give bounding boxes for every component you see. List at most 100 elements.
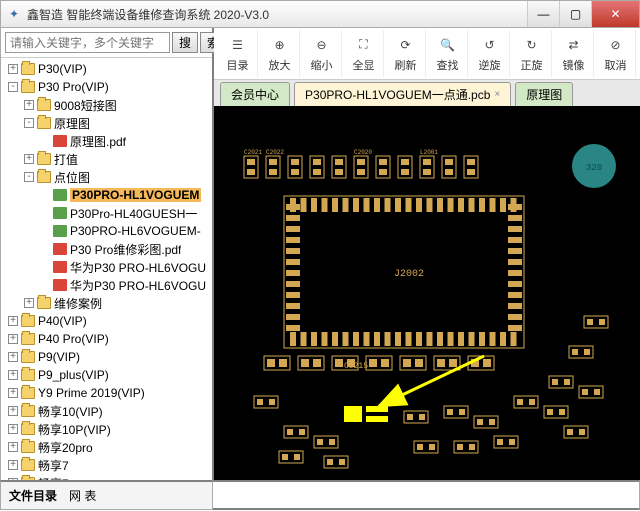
tree-node[interactable]: +畅享20pro: [1, 438, 212, 456]
pcb-icon: [53, 225, 67, 237]
toolbar-search-button[interactable]: 🔍查找: [428, 30, 468, 77]
tree-node[interactable]: -点位图: [1, 168, 212, 186]
folder-icon: [21, 315, 35, 327]
tree-label: 原理图: [54, 115, 90, 132]
bottom-tab-netlist[interactable]: 网 表: [69, 487, 96, 504]
pdf-icon: [53, 261, 67, 273]
pcb-viewport[interactable]: C2021C2022C2020L2001 J2002 320: [214, 106, 640, 480]
tree-label: 畅享10P(VIP): [38, 421, 111, 438]
folder-icon: [21, 459, 35, 471]
tree-label: 华为P30 PRO-HL6VOGU: [70, 259, 206, 276]
toolbar-fit-button[interactable]: ⛶全显: [344, 30, 384, 77]
svg-text:C2021: C2021: [244, 149, 262, 156]
folder-icon: [21, 369, 35, 381]
tree-label: 点位图: [54, 169, 90, 186]
tree-node[interactable]: +打值: [1, 150, 212, 168]
tree-node[interactable]: +畅享7: [1, 456, 212, 474]
tree-label: P30PRO-HL1VOGUEM: [70, 188, 201, 202]
bottom-tabs: 文件目录 网 表: [0, 480, 213, 510]
minimize-button[interactable]: —: [527, 1, 559, 27]
tree-label: 打值: [54, 151, 78, 168]
tree-node[interactable]: +P30(VIP): [1, 60, 212, 78]
window-title: 鑫智造 智能终端设备维修查询系统 2020-V3.0: [27, 6, 527, 23]
svg-text:C5215: C5215: [344, 362, 368, 371]
tree-node[interactable]: P30PRO-HL6VOGUEM-: [1, 222, 212, 240]
app-icon: ✦: [7, 7, 21, 21]
folder-icon: [21, 441, 35, 453]
tree-label: 维修案例: [54, 295, 102, 312]
tree-node[interactable]: +P9_plus(VIP): [1, 366, 212, 384]
zoom-in-icon: ⊕: [269, 35, 291, 55]
tree-node[interactable]: +维修案例: [1, 294, 212, 312]
toolbar-mirror-button[interactable]: ⇄镜像: [554, 30, 594, 77]
tab[interactable]: 原理图: [515, 82, 573, 106]
tree-node[interactable]: P30Pro-HL40GUESH一: [1, 204, 212, 222]
toolbar-cancel-button[interactable]: ⊘取消: [596, 30, 636, 77]
svg-text:320: 320: [586, 163, 602, 173]
tree-label: 畅享20pro: [38, 439, 93, 456]
tree-node[interactable]: +9008短接图: [1, 96, 212, 114]
fit-icon: ⛶: [353, 35, 375, 55]
tree-label: 畅享7: [38, 457, 69, 474]
maximize-button[interactable]: ▢: [559, 1, 591, 27]
toolbar-cw-button[interactable]: ↻正旋: [512, 30, 552, 77]
tree-node[interactable]: +P40(VIP): [1, 312, 212, 330]
toolbar-zoom-in-button[interactable]: ⊕放大: [260, 30, 300, 77]
folder-icon: [37, 171, 51, 183]
search-input[interactable]: [5, 32, 170, 53]
pdf-icon: [53, 279, 67, 291]
tree-label: P30(VIP): [38, 62, 87, 76]
tree-label: P40 Pro(VIP): [38, 332, 109, 346]
pcb-icon: [53, 207, 67, 219]
mirror-icon: ⇄: [563, 35, 585, 55]
folder-icon: [21, 333, 35, 345]
tree-node[interactable]: -P30 Pro(VIP): [1, 78, 212, 96]
file-tree[interactable]: +P30(VIP)-P30 Pro(VIP)+9008短接图-原理图原理图.pd…: [1, 58, 212, 480]
tab-bar: 会员中心P30PRO-HL1VOGUEM一点通.pcb×原理图: [214, 80, 640, 106]
toolbar-ccw-button[interactable]: ↺逆旋: [470, 30, 510, 77]
highlighted-component[interactable]: [344, 406, 362, 422]
toolbar-refresh-button[interactable]: ⟳刷新: [386, 30, 426, 77]
ccw-icon: ↺: [479, 35, 501, 55]
tree-label: 畅享10(VIP): [38, 403, 103, 420]
tree-node[interactable]: 华为P30 PRO-HL6VOGU: [1, 276, 212, 294]
tab[interactable]: 会员中心: [220, 82, 290, 106]
tree-label: 华为P30 PRO-HL6VOGU: [70, 277, 206, 294]
folder-icon: [21, 405, 35, 417]
search-button-1[interactable]: 搜: [172, 32, 198, 53]
toolbar: ☰目录⊕放大⊖缩小⛶全显⟳刷新🔍查找↺逆旋↻正旋⇄镜像⊘取消🎨配色: [214, 28, 640, 80]
bottom-tab-files[interactable]: 文件目录: [9, 487, 57, 504]
tree-label: P9_plus(VIP): [38, 368, 109, 382]
search-icon: 🔍: [437, 35, 459, 55]
cancel-icon: ⊘: [605, 35, 627, 55]
tree-node[interactable]: +畅享10(VIP): [1, 402, 212, 420]
folder-icon: [21, 81, 35, 93]
tree-label: 9008短接图: [54, 97, 117, 114]
toolbar-menu-button[interactable]: ☰目录: [218, 30, 258, 77]
folder-icon: [37, 153, 51, 165]
pdf-icon: [53, 243, 67, 255]
close-icon[interactable]: ×: [494, 89, 500, 100]
sidebar: 搜 索 +P30(VIP)-P30 Pro(VIP)+9008短接图-原理图原理…: [1, 28, 214, 480]
svg-text:C2022: C2022: [266, 149, 284, 156]
menu-icon: ☰: [227, 35, 249, 55]
close-button[interactable]: ✕: [591, 1, 639, 27]
tree-node[interactable]: P30PRO-HL1VOGUEM: [1, 186, 212, 204]
tree-node[interactable]: 华为P30 PRO-HL6VOGU: [1, 258, 212, 276]
folder-icon: [37, 99, 51, 111]
tree-node[interactable]: P30 Pro维修彩图.pdf: [1, 240, 212, 258]
zoom-out-icon: ⊖: [311, 35, 333, 55]
toolbar-zoom-out-button[interactable]: ⊖缩小: [302, 30, 342, 77]
folder-icon: [21, 387, 35, 399]
chip-label: J2002: [394, 269, 424, 280]
tree-node[interactable]: -原理图: [1, 114, 212, 132]
tree-node[interactable]: +Y9 Prime 2019(VIP): [1, 384, 212, 402]
tree-label: Y9 Prime 2019(VIP): [38, 386, 145, 400]
tree-node[interactable]: +P9(VIP): [1, 348, 212, 366]
pcb-icon: [53, 189, 67, 201]
tree-node[interactable]: +畅享10P(VIP): [1, 420, 212, 438]
tree-node[interactable]: +P40 Pro(VIP): [1, 330, 212, 348]
refresh-icon: ⟳: [395, 35, 417, 55]
tab[interactable]: P30PRO-HL1VOGUEM一点通.pcb×: [294, 82, 511, 106]
tree-node[interactable]: 原理图.pdf: [1, 132, 212, 150]
